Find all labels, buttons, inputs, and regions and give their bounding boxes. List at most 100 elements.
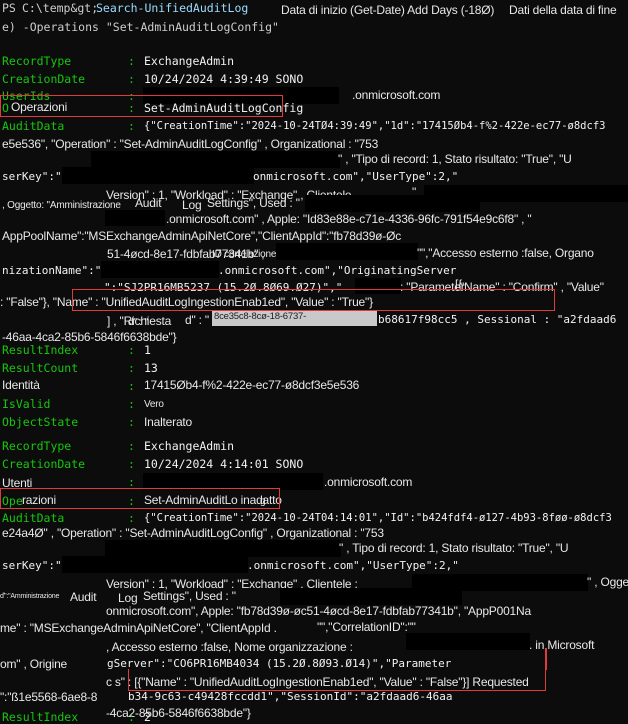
redaction-bar [62,167,254,184]
field-value-resultindex-2: 2 [144,710,151,724]
auditdata-line: e5e536", "Operation" : "Set-AdminAuditLo… [2,137,379,151]
prompt-ps: PS [2,1,16,15]
field-colon: : [128,379,135,393]
auditdata-line: -46aa-4ca2-85b6-5846f6638bde"} [2,330,177,344]
auditdata-word: Log [118,591,138,605]
field-value-creationdate-2: 10/24/2024 4:14:01 SONO [144,457,304,471]
field-label-objectstate-1: ObjectState [2,415,79,429]
field-value-recordtype-2: ExchangeAdmin [144,439,235,453]
auditdata-line-highlighted: : "False"}, "Name" : "UnifiedAuditLogIng… [0,295,373,309]
annotation-start-date: Data di inizio (Get-Date) Add Days (-18Ø… [281,3,495,17]
field-value-identita-1: 17415Øb4-f%2-422e-ec77-ø8dcf3e5e536 [144,378,360,392]
redaction-bar [105,540,341,557]
prompt-continuation: e) -Operations "Set-AdminAuditLogConfig" [2,20,279,34]
field-value-operazioni-1: Set-AdminAuditLogConfig [144,101,304,115]
field-label-operazioni-1: Operazioni [11,100,68,114]
auditdata-line: .onmicrosoft.com","UserType":2," [247,559,459,572]
auditdata-line: ":"SJ2PR16MB5237 (15.2Ø.8Ø69.Ø27)"," [104,281,343,294]
field-label-resultindex-2: ResultIndex [2,710,79,724]
field-colon: : [128,457,135,471]
auditdata-line: " , Oggetto [587,575,628,589]
auditdata-line: onmicrosoft.com","UserType":2," [253,170,459,183]
field-label-isvalid-1: IsValid [2,397,51,411]
field-label-resultindex-1: ResultIndex [2,343,79,357]
auditdata-line: nizationName":" [2,264,102,277]
auditdata-word: Settings", Used : " [207,196,300,210]
field-value-userids-suffix-1: .onmicrosoft.com [352,88,441,102]
auditdata-line: , Accesso esterno :false, Nome organizza… [106,640,353,654]
field-value-isvalid-1: Vero [144,399,164,410]
auditdata-line: gServer":"CO6PR16MB4034 (15.2Ø.8Ø93.Ø14)… [107,657,452,670]
field-colon: : [128,119,135,133]
field-colon: : [128,72,135,86]
auditdata-line: e24a4Ø" , "Operation" : "Set-AdminAuditL… [2,526,384,540]
auditdata-word: Log [182,198,202,212]
auditdata-line: me" : "MSExchangeAdminApiNetCore", "Clie… [0,621,277,635]
redaction-bar [101,261,219,278]
auditdata-line: ď":"Amministrazione [0,593,60,600]
auditdata-line: .onmicrosoft.com","OriginatingServer [218,264,457,277]
field-colon: : [128,439,135,453]
field-label-operazioni-underlay-2: Ope [2,494,23,508]
auditdata-word: Audit [70,590,97,604]
field-colon: : [128,397,135,411]
field-value-resultindex-1: 1 [144,343,151,357]
field-value-utenti-suffix-2: .onmicrosoft.com [324,475,413,489]
field-label-auditdata-2: AuditData [2,511,65,525]
field-colon: : [128,415,135,429]
auditdata-line: .onmicrosoft.com" , Apple: "Id83e88e-c71… [166,212,532,226]
auditdata-word: Settings", Used : " [143,589,236,603]
field-colon: : [128,54,135,68]
auditdata-line: " , Tipo di record: 1, Stato risultato: … [339,541,569,555]
auditdata-line: ID correlazione . [212,249,282,260]
field-colon: : [128,101,135,115]
powershell-terminal[interactable]: PS C:\temp&gt; Search-UnifiedAuditLog e)… [0,0,628,723]
auditdata-line: onmicrosoft.com", Apple: "fb78d39ø-øc51-… [106,604,531,618]
auditdata-line: serKey":" [2,170,62,183]
field-label-identita-1: Identità [2,378,40,392]
field-colon: : [128,710,135,724]
field-colon: : [128,475,135,489]
auditdata-line: d" : " [185,313,209,327]
field-label-operazioni-2: razioni [22,493,56,507]
redaction-bar [305,195,480,212]
auditdata-line: "Name" : "Confirm" , "Value" [460,280,604,294]
auditdata-line: b68617f98cc5 , Sessional : "a2fdaad6 [378,313,617,326]
field-colon: : [128,511,135,525]
annotation-end-date: Dati della data di fine [509,3,617,17]
redaction-bar [406,633,530,650]
field-label-operazioni-underlay-1: O [2,101,9,115]
field-label-utenti-2: Utenti [2,476,33,490]
auditdata-line: "","CorrelationID":"" [317,620,416,634]
field-label-creationdate-2: CreationDate [2,457,86,471]
auditdata-line: " , "Tipo di record: 1, Stato risultato:… [338,152,572,166]
redaction-bar [355,278,401,294]
field-colon: : [128,361,135,375]
prompt-path: C:\temp&gt; [22,1,99,15]
auditdata-line: om" , Origine [0,657,68,671]
auditdata-line: {"CreationTime":"2024-10-24T04:14:01","I… [144,512,612,524]
field-label-auditdata-1: AuditData [2,119,65,133]
prompt-command: Search-UnifiedAuditLog [96,1,249,15]
field-value-recordtype-1: ExchangeAdmin [144,54,235,68]
auditdata-line: b34-9c63-c49428fccdd1","SessionId":"a2fd… [128,690,453,703]
field-label-resultcount-1: ResultCount [2,361,79,375]
field-value-creationdate-1: 10/24/2024 4:39:49 SONO [144,72,304,86]
redaction-bar [276,243,418,260]
auditdata-line: . in Microsoft [529,638,595,652]
auditdata-word: Audit [135,196,162,210]
field-label-recordtype-1: RecordType [2,54,72,68]
redaction-bar [105,210,165,226]
field-colon: : [128,343,135,357]
redaction-bar [280,588,462,605]
auditdata-line: ":"ß1e5568-6ae8-8 [0,690,98,704]
auditdata-line: serKey":" [2,559,62,572]
field-label-recordtype-2: RecordType [2,439,72,453]
field-colon: : [128,494,135,508]
field-label-creationdate-1: CreationDate [2,72,86,86]
auditdata-line: "","Accesso esterno :false, Organo [417,246,594,260]
annotation-box-connector [545,648,547,670]
field-value-objectstate-1: Inalterato [144,415,193,429]
selected-text-highlight[interactable]: 8ce35c8-8cø-18-6737- [212,311,377,326]
field-value-resultcount-1: 13 [144,361,158,375]
